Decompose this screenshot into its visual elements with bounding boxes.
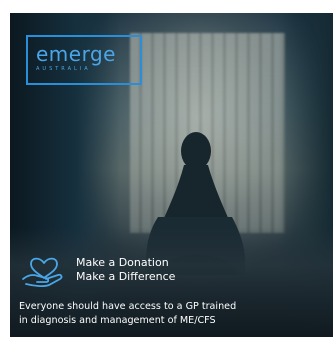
emerge-logo[interactable]: emerge AUSTRALIA <box>26 35 142 85</box>
logo-frame-edge-top <box>140 35 142 49</box>
logo-frame-edge-bottom <box>140 71 142 85</box>
donation-line-2: Make a Difference <box>76 270 176 283</box>
donation-cta[interactable]: Make a Donation Make a Difference <box>76 256 175 284</box>
logo-subtext: AUSTRALIA <box>36 66 91 72</box>
tagline-line-1: Everyone should have access to a GP trai… <box>19 301 237 312</box>
logo-wordmark: emerge <box>36 42 116 66</box>
tagline-line-2: in diagnosis and management of ME/CFS <box>19 315 216 326</box>
tagline: Everyone should have access to a GP trai… <box>19 300 324 328</box>
hand-heart-icon[interactable] <box>20 249 68 287</box>
promo-banner[interactable]: emerge AUSTRALIA Make a Donation Make a … <box>10 13 333 337</box>
logo-accent-line <box>140 49 142 71</box>
donation-line-1: Make a Donation <box>76 256 169 269</box>
